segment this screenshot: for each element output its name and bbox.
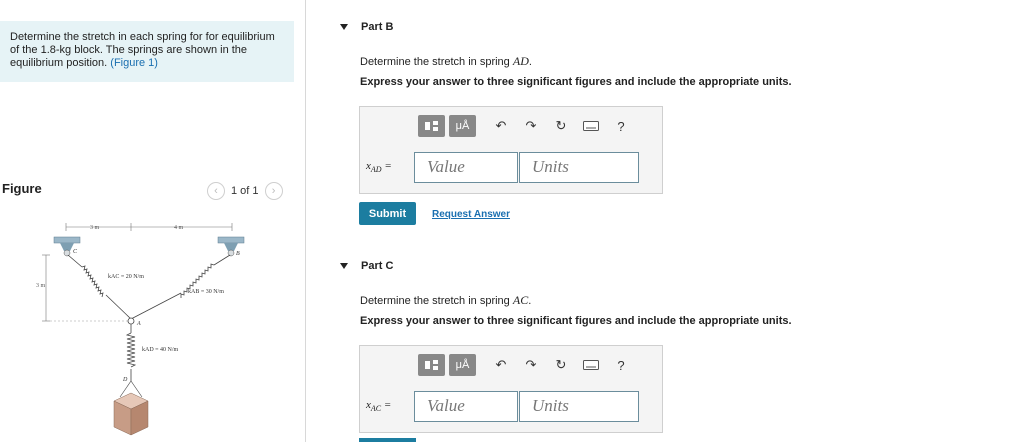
submit-button[interactable]: Submit	[359, 202, 416, 225]
reset-icon[interactable]: ↻	[552, 356, 570, 374]
part-c-instruction: Express your answer to three significant…	[360, 315, 792, 327]
redo-icon[interactable]: ↷	[522, 356, 540, 374]
part-c-submit-button[interactable]	[359, 438, 416, 442]
figure-link[interactable]: (Figure 1)	[110, 57, 158, 69]
part-c-title: Part C	[361, 260, 394, 272]
part-c-question: Determine the stretch in spring AC.	[360, 293, 532, 307]
k-ad-label: kAD = 40 N/m	[142, 347, 179, 353]
templates-icon[interactable]	[418, 354, 445, 376]
figure-pager: ‹ 1 of 1 ›	[207, 182, 283, 200]
spring-system-figure: 3 m 4 m 3 m C B kAC = 20 N/m kAB = 30 N/…	[36, 223, 245, 436]
part-b-answer-label: xAD =	[366, 160, 392, 175]
part-b-question: Determine the stretch in spring AD.	[360, 54, 532, 68]
point-c-label: C	[73, 249, 78, 255]
k-ab-label: kAB = 30 N/m	[188, 289, 224, 295]
dim-4m: 4 m	[174, 225, 184, 231]
spring-ab	[130, 254, 231, 320]
undo-icon[interactable]: ↶	[492, 117, 510, 135]
request-answer-link[interactable]: Request Answer	[432, 209, 510, 220]
symbols-icon[interactable]: μÅ	[449, 354, 476, 376]
templates-icon[interactable]	[418, 115, 445, 137]
keyboard-icon[interactable]	[582, 117, 600, 135]
part-c-answer-label: xAC =	[366, 399, 392, 414]
help-icon[interactable]: ?	[612, 117, 630, 135]
keyboard-icon[interactable]	[582, 356, 600, 374]
collapse-caret-icon[interactable]	[340, 263, 348, 269]
part-c-value-input[interactable]: Value	[414, 391, 518, 422]
figure-title: Figure	[2, 181, 42, 196]
part-b-toolbar: μÅ ↶ ↷ ↻ ?	[418, 115, 630, 137]
point-b-label: B	[236, 251, 240, 257]
spring-ac	[67, 254, 132, 320]
part-b-title: Part B	[361, 21, 394, 33]
part-b-value-input[interactable]: Value	[414, 152, 518, 183]
next-figure-button[interactable]: ›	[264, 182, 283, 200]
part-c-answer-row: xAC = Value Units	[366, 391, 639, 422]
part-c-header[interactable]: Part C	[340, 260, 393, 272]
point-d-label: D	[122, 377, 128, 383]
block	[113, 380, 149, 436]
point-a-label: A	[136, 321, 141, 327]
part-b-instruction: Express your answer to three significant…	[360, 76, 792, 88]
part-c-answer-box: μÅ ↶ ↷ ↻ ? xAC = Value Units	[359, 345, 663, 433]
prev-figure-button[interactable]: ‹	[207, 182, 225, 200]
dim-3m-side: 3 m	[36, 283, 46, 289]
panel-divider	[305, 0, 306, 442]
k-ac-label: kAC = 20 N/m	[108, 274, 144, 280]
figure-count: 1 of 1	[231, 185, 259, 197]
part-b-answer-row: xAD = Value Units	[366, 152, 639, 183]
collapse-caret-icon[interactable]	[340, 24, 348, 30]
redo-icon[interactable]: ↷	[522, 117, 540, 135]
dim-3m-top: 3 m	[90, 225, 100, 231]
part-b-header[interactable]: Part B	[340, 21, 393, 33]
help-icon[interactable]: ?	[612, 356, 630, 374]
part-b-units-input[interactable]: Units	[519, 152, 639, 183]
part-b-answer-box: μÅ ↶ ↷ ↻ ? xAD = Value Units	[359, 106, 663, 194]
spring-ad	[125, 324, 137, 381]
undo-icon[interactable]: ↶	[492, 356, 510, 374]
problem-statement: Determine the stretch in each spring for…	[0, 21, 294, 82]
symbols-icon[interactable]: μÅ	[449, 115, 476, 137]
part-c-toolbar: μÅ ↶ ↷ ↻ ?	[418, 354, 630, 376]
ring-a	[127, 317, 135, 325]
reset-icon[interactable]: ↻	[552, 117, 570, 135]
part-c-units-input[interactable]: Units	[519, 391, 639, 422]
support-b	[217, 236, 245, 257]
